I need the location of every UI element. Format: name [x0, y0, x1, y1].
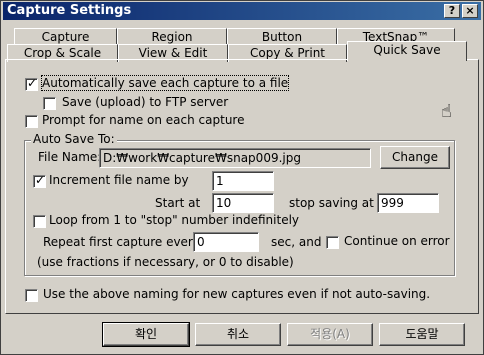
- auto-save-label[interactable]: Automatically save each capture to a fil…: [40, 75, 290, 91]
- start-at-label: Start at: [155, 196, 201, 210]
- hint-text: (use fractions if necessary, or 0 to dis…: [37, 255, 294, 269]
- use-naming-label[interactable]: Use the above naming for new captures ev…: [43, 287, 430, 301]
- change-button[interactable]: Change: [380, 146, 450, 169]
- use-naming-checkbox[interactable]: [25, 289, 38, 302]
- loop-checkbox[interactable]: [33, 215, 46, 228]
- ftp-checkbox[interactable]: [43, 97, 56, 110]
- prompt-checkbox[interactable]: [25, 115, 38, 128]
- repeat-input[interactable]: 0: [193, 232, 259, 252]
- auto-save-checkbox[interactable]: ✓: [25, 76, 38, 91]
- file-name-label: File Name:: [38, 150, 102, 164]
- increment-checkbox[interactable]: ✓: [33, 173, 46, 188]
- title-bar: Capture Settings ? ×: [3, 2, 481, 20]
- apply-button[interactable]: 적용(A): [287, 323, 373, 346]
- file-name-field: D:₩work₩capture₩snap009.jpg: [99, 148, 371, 168]
- stop-at-input[interactable]: 999: [377, 193, 439, 213]
- window-title: Capture Settings: [7, 3, 132, 18]
- auto-save-group-title: Auto Save To:: [31, 132, 117, 146]
- repeat-unit-label: sec, and: [271, 235, 322, 249]
- close-title-button[interactable]: ×: [462, 4, 478, 18]
- ftp-label[interactable]: Save (upload) to FTP server: [62, 95, 228, 109]
- increment-label[interactable]: Increment file name by: [49, 173, 189, 187]
- increment-input[interactable]: 1: [212, 171, 274, 191]
- stop-at-label: stop saving at: [289, 196, 374, 210]
- start-at-input[interactable]: 10: [212, 193, 274, 213]
- checkmark-icon: ✓: [27, 76, 38, 90]
- continue-error-checkbox[interactable]: [326, 236, 339, 249]
- tab-quick-save[interactable]: Quick Save: [347, 41, 467, 61]
- hand-cursor-icon: ☝: [441, 101, 452, 122]
- repeat-label: Repeat first capture every: [43, 235, 200, 249]
- continue-error-label[interactable]: Continue on error: [344, 234, 450, 248]
- capture-settings-dialog: Capture Settings ? × Capture Region Butt…: [0, 0, 484, 355]
- help-button[interactable]: 도움말: [379, 323, 465, 346]
- help-title-button[interactable]: ?: [444, 4, 460, 18]
- prompt-label[interactable]: Prompt for name on each capture: [42, 113, 244, 127]
- ok-button[interactable]: 확인: [102, 322, 190, 347]
- cancel-button[interactable]: 취소: [195, 323, 281, 346]
- checkmark-icon: ✓: [35, 173, 46, 187]
- loop-label[interactable]: Loop from 1 to "stop" number indefinitel…: [49, 213, 299, 227]
